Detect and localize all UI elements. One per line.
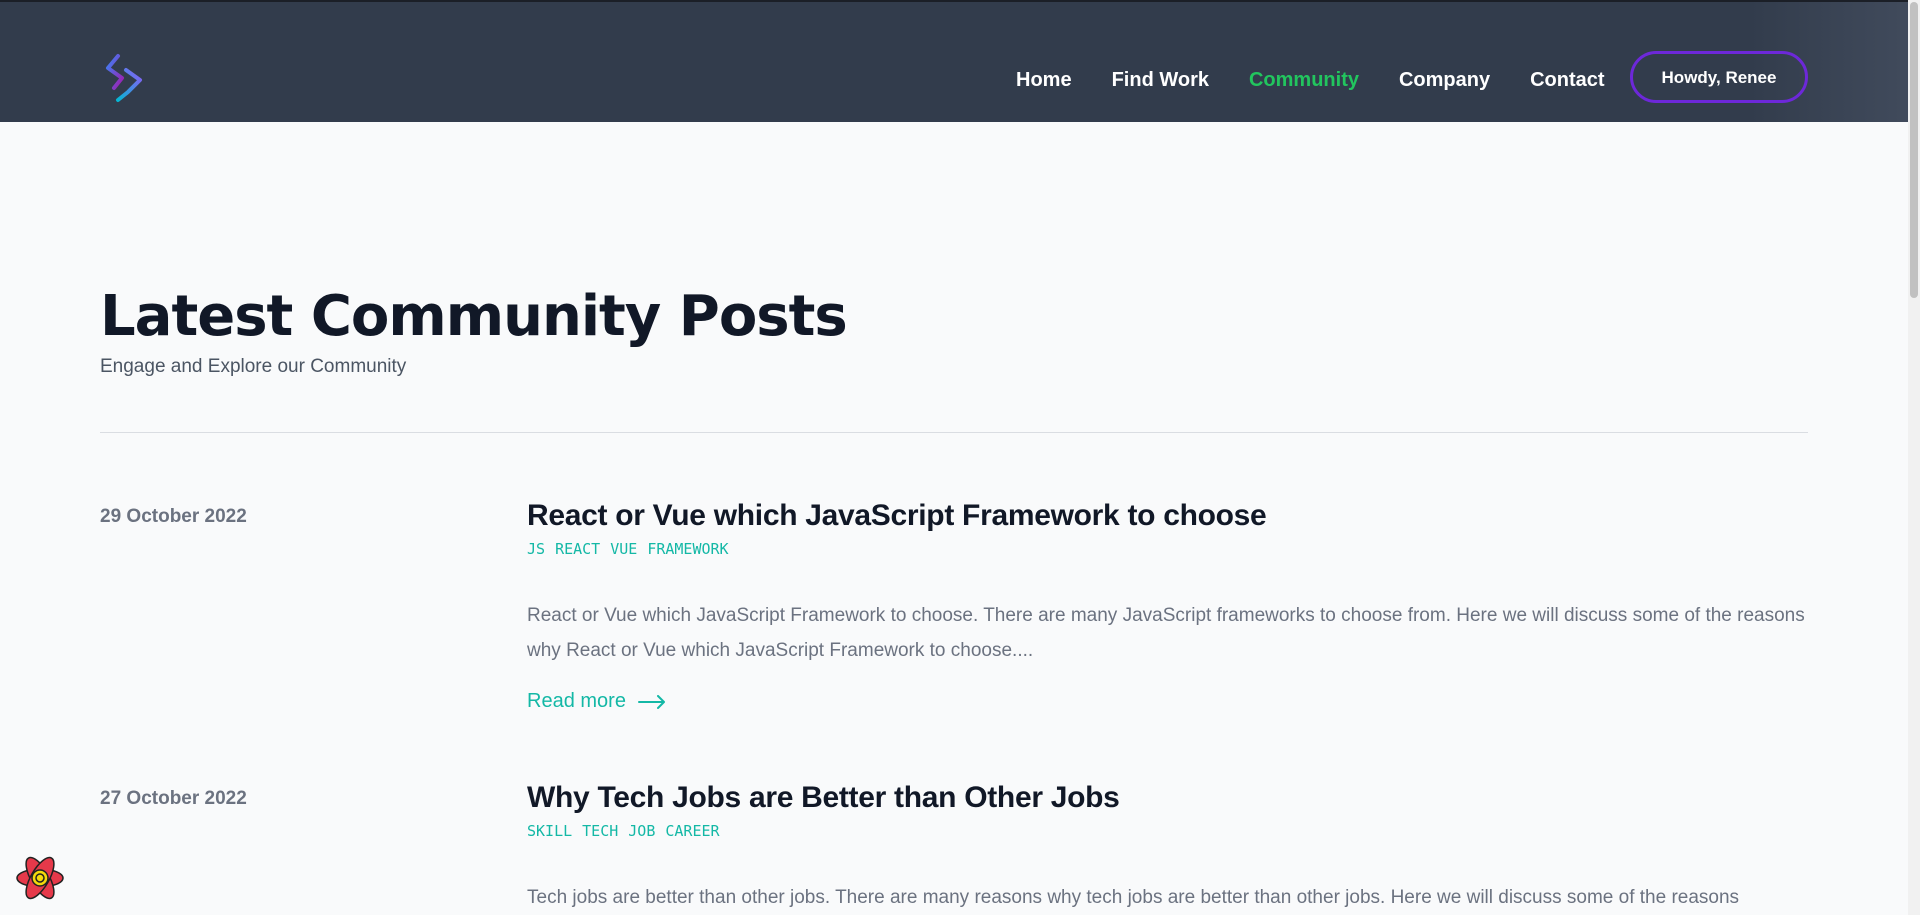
scrollbar-thumb[interactable] bbox=[1910, 2, 1918, 298]
post-tag[interactable]: VUE bbox=[610, 540, 637, 558]
scrollbar[interactable] bbox=[1908, 0, 1920, 915]
post-date: 29 October 2022 bbox=[100, 506, 247, 527]
page-title: Latest Community Posts bbox=[100, 284, 848, 349]
react-devtools-icon[interactable] bbox=[14, 852, 66, 904]
divider bbox=[100, 432, 1808, 433]
user-menu-button[interactable]: Howdy, Renee bbox=[1630, 51, 1808, 103]
post-title[interactable]: React or Vue which JavaScript Framework … bbox=[527, 496, 1808, 536]
main-nav: Home Find Work Community Company Contact bbox=[1016, 68, 1645, 92]
post-body: React or Vue which JavaScript Framework … bbox=[527, 496, 1808, 713]
site-header: Home Find Work Community Company Contact… bbox=[0, 0, 1908, 122]
post-tags: JS REACT VUE FRAMEWORK bbox=[527, 540, 1808, 558]
post-tag[interactable]: TECH bbox=[582, 822, 618, 840]
post-tags: SKILL TECH JOB CAREER bbox=[527, 822, 1808, 840]
nav-company[interactable]: Company bbox=[1399, 68, 1490, 92]
post-excerpt: Tech jobs are better than other jobs. Th… bbox=[527, 887, 1740, 908]
post-tag[interactable]: CAREER bbox=[665, 822, 719, 840]
logo-icon[interactable] bbox=[104, 52, 144, 104]
post-tag[interactable]: JS bbox=[527, 540, 545, 558]
arrow-right-icon bbox=[637, 694, 665, 709]
post-body: Why Tech Jobs are Better than Other Jobs… bbox=[527, 778, 1808, 915]
post-tag[interactable]: SKILL bbox=[527, 822, 572, 840]
post-tag[interactable]: FRAMEWORK bbox=[647, 540, 728, 558]
post-date: 27 October 2022 bbox=[100, 788, 247, 809]
post-excerpt: React or Vue which JavaScript Framework … bbox=[527, 605, 1805, 661]
page-subtitle: Engage and Explore our Community bbox=[100, 356, 407, 377]
nav-home[interactable]: Home bbox=[1016, 68, 1072, 92]
post-title[interactable]: Why Tech Jobs are Better than Other Jobs bbox=[527, 778, 1808, 818]
post-tag[interactable]: REACT bbox=[555, 540, 600, 558]
post-tag[interactable]: JOB bbox=[628, 822, 655, 840]
nav-community[interactable]: Community bbox=[1249, 68, 1359, 92]
read-more-link[interactable]: Read more bbox=[527, 690, 666, 713]
nav-contact[interactable]: Contact bbox=[1530, 68, 1604, 92]
page: Home Find Work Community Company Contact… bbox=[0, 0, 1908, 915]
nav-find-work[interactable]: Find Work bbox=[1112, 68, 1209, 92]
read-more-label: Read more bbox=[527, 690, 626, 712]
